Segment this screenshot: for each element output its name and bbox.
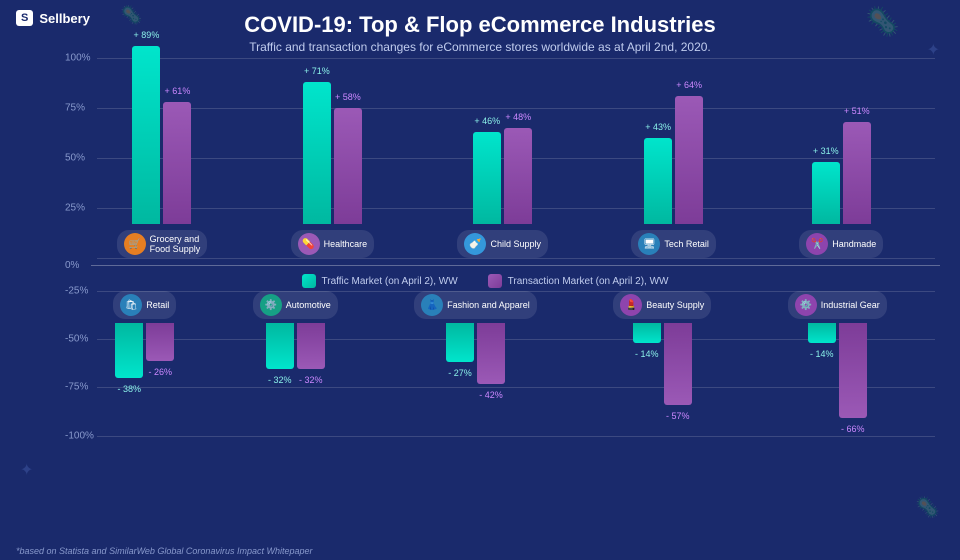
beauty-label: 💄 Beauty Supply	[613, 291, 711, 319]
child-traffic-label: + 46%	[474, 116, 500, 126]
handmade-traffic-label: + 31%	[813, 146, 839, 156]
handmade-label: ✂️ Handmade	[799, 230, 883, 258]
legend: Traffic Market (on April 2), WW Transact…	[30, 274, 940, 288]
fashion-icon: 👗	[421, 294, 443, 316]
child-name: Child Supply	[490, 239, 541, 249]
fashion-name: Fashion and Apparel	[447, 300, 530, 310]
handmade-name: Handmade	[832, 239, 876, 249]
retail-icon: 🛍	[120, 294, 142, 316]
fashion-traffic-bar	[446, 323, 474, 362]
beauty-name: Beauty Supply	[646, 300, 704, 310]
legend-transaction-label: Transaction Market (on April 2), WW	[508, 276, 669, 287]
bar-group-retail: 🛍 Retail - 38% - 26%	[113, 291, 176, 378]
grocery-traffic-label: + 89%	[134, 30, 160, 40]
automotive-transaction-bar	[297, 323, 325, 369]
fashion-transaction-label: - 42%	[479, 390, 503, 400]
child-transaction-label: + 48%	[505, 112, 531, 122]
fashion-traffic-label: - 27%	[448, 368, 472, 378]
zero-legend-row: 0%	[65, 260, 940, 271]
automotive-traffic-bar	[266, 323, 294, 369]
child-transaction-bar	[504, 128, 532, 224]
automotive-icon: ⚙️	[260, 294, 282, 316]
handmade-transaction-label: + 51%	[844, 106, 870, 116]
bar-group-grocery: + 89% + 61% 🛒 Grocery andFood Supply	[117, 46, 208, 258]
zero-y-label: 0%	[65, 260, 79, 271]
handmade-traffic-bar	[812, 162, 840, 224]
tech-traffic-label: + 43%	[645, 122, 671, 132]
logo-text: Sellbery	[39, 11, 90, 26]
bar-group-healthcare: + 71% + 58% 💊 Healthcare	[291, 82, 375, 258]
industrial-icon: ⚙️	[795, 294, 817, 316]
automotive-traffic-label: - 32%	[268, 375, 292, 385]
beauty-traffic-label: - 14%	[635, 349, 659, 359]
retail-transaction-label: - 26%	[148, 367, 172, 377]
beauty-transaction-label: - 57%	[666, 411, 690, 421]
logo: S Sellbery	[16, 10, 90, 26]
child-icon: 🍼	[464, 233, 486, 255]
legend-traffic: Traffic Market (on April 2), WW	[302, 274, 458, 288]
handmade-transaction-bar	[843, 122, 871, 224]
logo-box: S	[16, 10, 33, 26]
fashion-transaction-bar	[477, 323, 505, 384]
child-traffic-bar	[473, 132, 501, 224]
automotive-transaction-label: - 32%	[299, 375, 323, 385]
bottom-chart: -25% -50% -75% -100% 🛍 Retail - 38%	[65, 291, 935, 436]
beauty-traffic-bar	[633, 323, 661, 343]
industrial-transaction-label: - 66%	[841, 424, 865, 434]
bar-group-automotive: ⚙️ Automotive - 32% - 32%	[253, 291, 338, 369]
industrial-name: Industrial Gear	[821, 300, 880, 310]
healthcare-traffic-label: + 71%	[304, 66, 330, 76]
industrial-label: ⚙️ Industrial Gear	[788, 291, 887, 319]
healthcare-transaction-bar	[334, 108, 362, 224]
bottom-bar-groups: 🛍 Retail - 38% - 26% ⚙️	[65, 291, 935, 436]
industrial-transaction-bar	[839, 323, 867, 418]
industrial-traffic-label: - 14%	[810, 349, 834, 359]
grocery-traffic-bar	[132, 46, 160, 224]
tech-transaction-bar	[675, 96, 703, 224]
tech-name: Tech Retail	[664, 239, 709, 249]
child-label: 🍼 Child Supply	[457, 230, 548, 258]
grocery-label: 🛒 Grocery andFood Supply	[117, 230, 208, 258]
healthcare-icon: 💊	[298, 233, 320, 255]
healthcare-name: Healthcare	[324, 239, 368, 249]
tech-transaction-label: + 64%	[676, 80, 702, 90]
top-chart: 100% 75% 50% 25% + 89% + 61% 🛒	[65, 58, 935, 258]
footnote: *based on Statista and SimilarWeb Global…	[16, 546, 312, 556]
beauty-icon: 💄	[620, 294, 642, 316]
legend-traffic-label: Traffic Market (on April 2), WW	[322, 276, 458, 287]
grocery-icon: 🛒	[124, 233, 146, 255]
bar-group-industrial: ⚙️ Industrial Gear - 14% - 66%	[788, 291, 887, 418]
bar-group-child: + 46% + 48% 🍼 Child Supply	[457, 128, 548, 258]
bar-group-beauty: 💄 Beauty Supply - 14% - 57%	[613, 291, 711, 405]
legend-transaction: Transaction Market (on April 2), WW	[488, 274, 669, 288]
beauty-transaction-bar	[664, 323, 692, 405]
tech-icon: 🖥	[638, 233, 660, 255]
retail-label: 🛍 Retail	[113, 291, 176, 319]
healthcare-traffic-bar	[303, 82, 331, 224]
retail-transaction-bar	[146, 323, 174, 361]
tech-traffic-bar	[644, 138, 672, 224]
healthcare-transaction-label: + 58%	[335, 92, 361, 102]
grocery-transaction-label: + 61%	[165, 86, 191, 96]
automotive-label: ⚙️ Automotive	[253, 291, 338, 319]
legend-traffic-color	[302, 274, 316, 288]
tech-label: 🖥 Tech Retail	[631, 230, 716, 258]
grocery-name: Grocery andFood Supply	[150, 234, 201, 254]
healthcare-label: 💊 Healthcare	[291, 230, 375, 258]
bar-group-tech: + 43% + 64% 🖥 Tech Retail	[631, 96, 716, 258]
grocery-transaction-bar	[163, 102, 191, 224]
automotive-name: Automotive	[286, 300, 331, 310]
retail-traffic-bar	[115, 323, 143, 378]
bar-group-handmade: + 31% + 51% ✂️ Handmade	[799, 122, 883, 258]
bar-group-fashion: 👗 Fashion and Apparel - 27% - 42%	[414, 291, 537, 384]
retail-name: Retail	[146, 300, 169, 310]
retail-traffic-label: - 38%	[117, 384, 141, 394]
legend-transaction-color	[488, 274, 502, 288]
handmade-icon: ✂️	[806, 233, 828, 255]
industrial-traffic-bar	[808, 323, 836, 343]
top-bar-groups: + 89% + 61% 🛒 Grocery andFood Supply	[65, 58, 935, 258]
fashion-label: 👗 Fashion and Apparel	[414, 291, 537, 319]
